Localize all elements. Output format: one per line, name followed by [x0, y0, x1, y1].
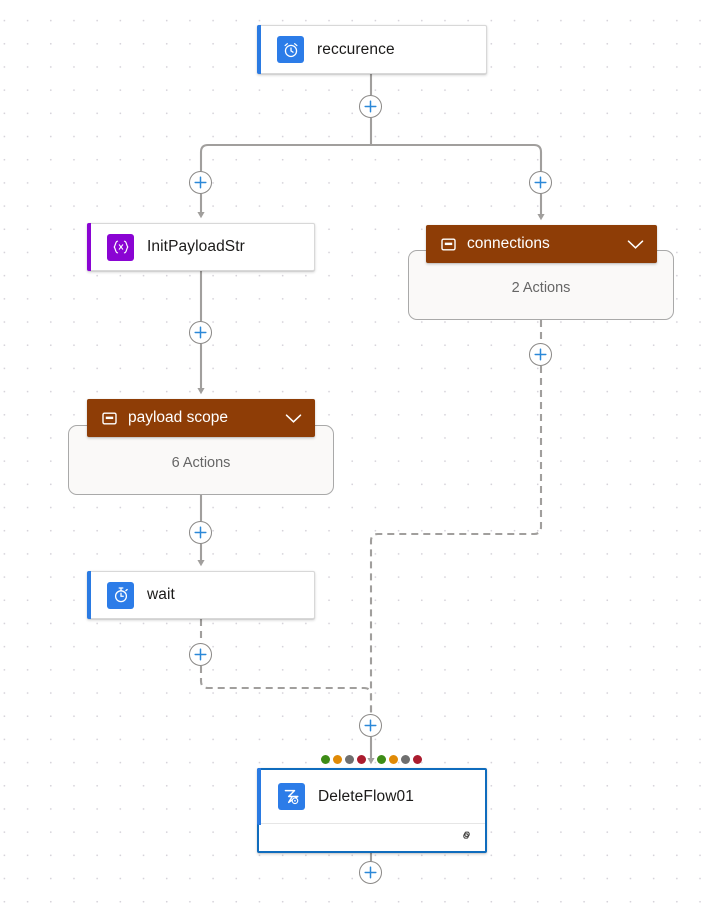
stopwatch-icon [107, 581, 134, 609]
link-connector-icon[interactable] [458, 829, 474, 847]
node-title: reccurence [317, 40, 395, 58]
add-button-before-initpayloadstr[interactable] [189, 171, 212, 194]
variable-braces-icon [107, 233, 134, 261]
scope-header[interactable]: payload scope [87, 399, 315, 437]
edge-wait-merge [199, 666, 373, 714]
node-accent-bar [87, 223, 91, 271]
add-button-after-reccurence[interactable] [359, 95, 382, 118]
edge-connections-merge [369, 366, 543, 714]
node-accent-bar [257, 768, 261, 825]
scope-icon [441, 238, 456, 251]
run-status-dots [321, 755, 422, 764]
add-button-after-payload-scope[interactable] [189, 521, 212, 544]
add-button-before-deleteflow01[interactable] [359, 714, 382, 737]
node-footer-row [259, 823, 485, 851]
node-wait[interactable]: wait [87, 571, 315, 619]
add-button-after-deleteflow01[interactable] [359, 861, 382, 884]
scope-action-count: 6 Actions [171, 455, 231, 471]
status-dot [333, 755, 342, 764]
status-dot [401, 755, 410, 764]
chevron-down-icon[interactable] [285, 413, 302, 424]
node-title: DeleteFlow01 [318, 787, 414, 805]
edge-bus-right [371, 143, 543, 171]
power-platform-flow-icon [278, 783, 305, 810]
status-dot [345, 755, 354, 764]
scope-icon [102, 412, 117, 425]
status-dot [357, 755, 366, 764]
status-dot [389, 755, 398, 764]
node-reccurence[interactable]: reccurence [257, 25, 487, 74]
add-button-before-connections[interactable] [529, 171, 552, 194]
node-accent-bar [87, 571, 91, 619]
node-accent-bar [257, 25, 261, 74]
workflow-canvas[interactable]: reccurence InitPayloadStr 2 Actions conn… [0, 0, 701, 903]
edge-bus-left [199, 143, 371, 171]
add-button-after-initpayloadstr[interactable] [189, 321, 212, 344]
chevron-down-icon[interactable] [627, 239, 644, 250]
alarm-clock-icon [277, 36, 304, 63]
status-dot [377, 755, 386, 764]
scope-header[interactable]: connections [426, 225, 657, 263]
node-title: wait [147, 586, 175, 603]
scope-title: payload scope [128, 409, 228, 426]
scope-title: connections [467, 235, 550, 252]
status-dot [413, 755, 422, 764]
status-dot [321, 755, 330, 764]
node-main-row: DeleteFlow01 [257, 768, 485, 825]
add-button-after-wait[interactable] [189, 643, 212, 666]
node-title: InitPayloadStr [147, 238, 245, 255]
node-initpayloadstr[interactable]: InitPayloadStr [87, 223, 315, 271]
node-deleteflow01[interactable]: DeleteFlow01 [257, 768, 487, 853]
add-button-after-connections[interactable] [529, 343, 552, 366]
status-dot-group-gap [369, 759, 374, 760]
scope-action-count: 2 Actions [511, 280, 571, 296]
